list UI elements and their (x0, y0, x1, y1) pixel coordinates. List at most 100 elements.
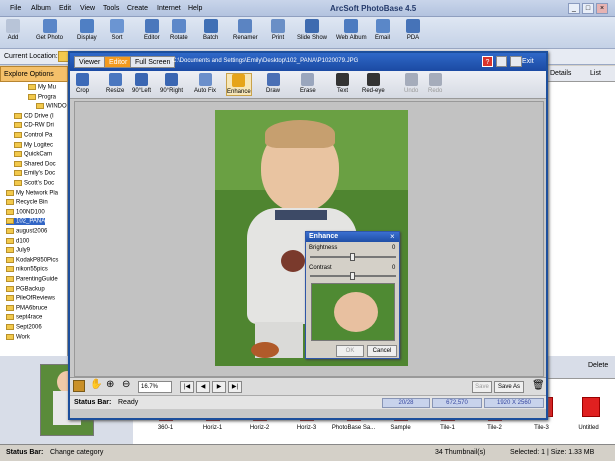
tree-item-label: My Mu (38, 84, 56, 91)
tool-redo[interactable]: Redo (428, 73, 442, 94)
tool-red-eye[interactable]: Red-eye (362, 73, 385, 94)
tool-90-right[interactable]: 90°Right (160, 73, 183, 94)
save-button[interactable]: Save (472, 381, 492, 393)
tree-item[interactable]: KodakP850Pics (6, 256, 58, 263)
explore-options[interactable]: Explore Options (0, 66, 68, 82)
menu-edit[interactable]: Edit (59, 5, 71, 12)
menu-album[interactable]: Album (31, 5, 51, 12)
maximize-button[interactable]: □ (582, 3, 594, 14)
tree-item-label: CD Drive (I (24, 113, 54, 120)
minimize-button[interactable]: _ (568, 3, 580, 14)
restore-icon[interactable] (510, 56, 522, 67)
folder-icon (6, 295, 14, 302)
dialog-close-icon[interactable]: × (390, 232, 395, 241)
tree-item[interactable]: WINDO (36, 103, 67, 110)
tree-item[interactable]: august2006 (6, 228, 47, 235)
menu-help[interactable]: Help (188, 5, 202, 12)
renamer-button[interactable]: Renamer (233, 19, 258, 41)
save-as-button[interactable]: Save As (494, 381, 524, 393)
frame-icon[interactable] (73, 380, 85, 392)
sort-button[interactable]: Sort (110, 19, 124, 41)
tool-enhance[interactable]: Enhance (226, 73, 252, 96)
editor-button[interactable]: Editor (144, 19, 160, 41)
details-button[interactable]: Details (550, 70, 571, 77)
brightness-thumb[interactable] (350, 253, 355, 261)
ok-button[interactable]: OK (336, 345, 364, 357)
tree-item[interactable]: PileOfReviews (6, 295, 55, 302)
menu-create[interactable]: Create (127, 5, 148, 12)
close-button[interactable]: × (596, 3, 608, 14)
tree-item[interactable]: My Network Pla (6, 189, 58, 196)
last-page-button[interactable]: ▶| (228, 381, 242, 393)
cancel-button[interactable]: Cancel (367, 345, 397, 357)
tree-item[interactable]: Control Pa (14, 132, 52, 139)
batch-button[interactable]: Batch (203, 19, 218, 41)
zoom-select[interactable]: 16.7% (138, 381, 172, 393)
list-button[interactable]: List (590, 70, 601, 77)
exit-button[interactable]: Exit (522, 58, 534, 65)
tab-viewer[interactable]: Viewer (74, 56, 106, 68)
tree-item[interactable]: Scott's Doc (14, 180, 54, 187)
tree-item-label: Recycle Bin (16, 199, 48, 206)
contrast-thumb[interactable] (350, 272, 355, 280)
zoom-in-icon[interactable]: ⊕ (106, 379, 114, 390)
tool-undo[interactable]: Undo (404, 73, 418, 94)
zoom-out-icon[interactable]: ⊖ (122, 379, 130, 390)
tree-item[interactable]: d100 (6, 237, 29, 244)
menu-view[interactable]: View (80, 5, 95, 12)
tree-item[interactable]: My Logitec (14, 141, 53, 148)
email-button[interactable]: Email (375, 19, 390, 41)
tree-item[interactable]: 100ND100 (6, 208, 45, 215)
thumbnail[interactable] (582, 397, 600, 417)
get-photo-button[interactable]: Get Photo (36, 19, 63, 41)
first-page-button[interactable]: |◀ (180, 381, 194, 393)
tree-item[interactable]: Sept2006 (6, 324, 42, 331)
tool-crop[interactable]: Crop (76, 73, 89, 94)
tree-item[interactable]: 102_PANA (6, 218, 46, 225)
trash-icon[interactable]: 🗑 (532, 380, 545, 391)
help-icon[interactable]: ? (482, 56, 493, 67)
tool-erase[interactable]: Erase (300, 73, 316, 94)
tree-item[interactable]: nikon55pics (6, 266, 48, 273)
rotate-button[interactable]: Rotate (170, 19, 188, 41)
draw-icon (266, 73, 280, 86)
menu-internet[interactable]: Internet (157, 5, 181, 12)
tree-item[interactable]: Recycle Bin (6, 199, 48, 206)
tree-item[interactable]: Emily's Doc (14, 170, 55, 177)
tool-auto-fix[interactable]: Auto Fix (194, 73, 216, 94)
tree-item[interactable]: Work (6, 333, 30, 340)
web-album-button[interactable]: Web Album (336, 19, 367, 41)
tree-item[interactable]: sept4race (6, 314, 42, 321)
folder-icon (14, 160, 22, 167)
tool-draw[interactable]: Draw (266, 73, 280, 94)
display-icon (79, 19, 94, 33)
delete-button[interactable]: Delete (588, 362, 608, 369)
tab-editor[interactable]: Editor (104, 56, 133, 68)
menu-file[interactable]: File (10, 5, 21, 12)
tree-item[interactable]: PMA6bruce (6, 304, 47, 311)
display-button[interactable]: Display (77, 19, 97, 41)
tree-item[interactable]: PGBackup (6, 285, 45, 292)
pda-button[interactable]: PDA (406, 19, 420, 41)
next-page-button[interactable]: ▶ (212, 381, 226, 393)
prev-page-button[interactable]: ◀ (196, 381, 210, 393)
tree-item[interactable]: July9 (6, 247, 30, 254)
thumbnail-label: Tile-1 (440, 425, 455, 431)
tree-item[interactable]: Progra (28, 93, 56, 100)
tool-90-left[interactable]: 90°Left (132, 73, 151, 94)
hand-icon[interactable]: ✋ (90, 379, 102, 390)
minimize-icon[interactable] (496, 56, 507, 67)
tool-resize[interactable]: Resize (106, 73, 124, 94)
tab-full-screen[interactable]: Full Screen (130, 56, 176, 68)
tree-item[interactable]: ParentingGuide (6, 276, 58, 283)
tree-item[interactable]: QuickCam (14, 151, 52, 158)
tool-text[interactable]: Text (336, 73, 349, 94)
tree-item[interactable]: My Mu (28, 84, 56, 91)
menu-tools[interactable]: Tools (103, 5, 119, 12)
tree-item[interactable]: CD-RW Dri (14, 122, 54, 129)
add-button[interactable]: Add (6, 19, 20, 41)
tree-item[interactable]: Shared Doc (14, 160, 56, 167)
print-button[interactable]: Print (271, 19, 285, 41)
tree-item[interactable]: CD Drive (I (14, 112, 54, 120)
slide-show-button[interactable]: Slide Show (297, 19, 327, 41)
